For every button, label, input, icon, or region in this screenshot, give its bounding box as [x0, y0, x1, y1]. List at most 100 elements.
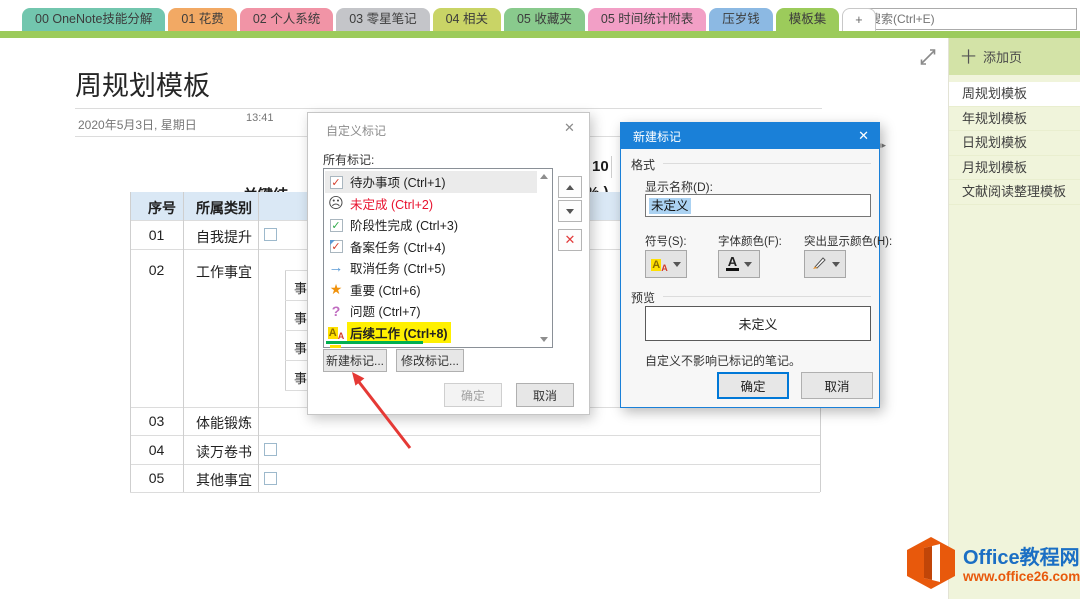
question-mark-icon: ? [325, 303, 347, 319]
onenote-window: 00 OneNote技能分解 01 花费 02 个人系统 03 零星笔记 04 … [0, 0, 1080, 599]
tag-label: 阶段性完成 (Ctrl+3) [347, 214, 461, 235]
display-name-label: 显示名称(D): [645, 178, 713, 195]
tag-listbox: ✓ 待办事项 (Ctrl+1) ☹ 未定成 (Ctrl+2) ✓ 阶段性完成 (… [323, 168, 553, 348]
orange-star-icon: ★ [325, 281, 347, 298]
ok-button-disabled[interactable]: 确定 [444, 383, 502, 407]
tag-label: 后续工作 (Ctrl+8) [347, 322, 451, 343]
tab-02-personal-system[interactable]: 02 个人系统 [240, 8, 333, 31]
sidebar-page-monthly[interactable]: 月规划模板 [949, 156, 1080, 181]
todo-checkbox[interactable] [264, 472, 277, 485]
tag-list-item[interactable]: ★ 重要 (Ctrl+6) [325, 279, 537, 301]
annotation-arrow [330, 360, 430, 465]
table-cell-no: 04 [130, 442, 183, 458]
close-icon[interactable]: ✕ [858, 128, 869, 144]
chevron-down-icon [832, 262, 840, 267]
table-cell-category: 自我提升 [196, 227, 252, 247]
fullscreen-toggle-icon[interactable] [917, 46, 939, 73]
move-tag-down-button[interactable] [558, 200, 582, 222]
highlighter-pen-icon [811, 255, 827, 274]
tab-05-time-stats[interactable]: 05 时间统计附表 [588, 8, 706, 31]
tag-label: 问题 (Ctrl+7) [347, 300, 424, 321]
table-row-line [130, 435, 820, 436]
watermark-name: Office教程网 [963, 547, 1080, 569]
table-border [258, 192, 259, 492]
table-cell-category: 体能锻炼 [196, 413, 252, 433]
tab-01-expenses[interactable]: 01 花费 [168, 8, 236, 31]
table-border-fragment [611, 156, 612, 178]
tag-label: 备案任务 (Ctrl+4) [347, 236, 449, 257]
office-logo-icon [903, 535, 959, 596]
tag-list-item-highlighted[interactable]: AA 后续工作 (Ctrl+8) [325, 322, 537, 344]
cancel-button[interactable]: 取消 [516, 383, 574, 407]
page-date: 2020年5月3日, 星期日 [78, 116, 197, 133]
page-list-sidebar: 十 添加页 周规划模板 年规划模板 日规划模板 月规划模板 文献阅读整理模板 [948, 38, 1080, 599]
tab-04-related[interactable]: 04 相关 [433, 8, 501, 31]
highlight-color-dropdown[interactable] [804, 250, 846, 278]
table-row-line [130, 464, 820, 465]
tag-list-item[interactable]: ✓ 待办事项 (Ctrl+1) [325, 171, 537, 193]
selected-text: 未定义 [649, 198, 691, 214]
tag-label: 重要 (Ctrl+6) [347, 279, 424, 300]
sidebar-page-yearly[interactable]: 年规划模板 [949, 107, 1080, 132]
font-color-dropdown[interactable]: A [718, 250, 760, 278]
next-tag-icon-fragment [330, 345, 341, 348]
close-icon[interactable]: ✕ [564, 120, 575, 136]
highlight-letters-icon: AA [325, 325, 347, 339]
symbol-dropdown[interactable]: AA [645, 250, 687, 278]
ok-button[interactable]: 确定 [717, 372, 789, 399]
page-list: 周规划模板 年规划模板 日规划模板 月规划模板 文献阅读整理模板 [949, 75, 1080, 205]
sidebar-page-literature[interactable]: 文献阅读整理模板 [949, 180, 1080, 205]
display-name-input[interactable]: 未定义 [645, 194, 871, 217]
chevron-down-icon [744, 262, 752, 267]
section-color-bar [0, 31, 1080, 38]
tag-preview-box: 未定义 [645, 306, 871, 341]
new-tag-dialog: 新建标记 ✕ 格式 显示名称(D): 未定义 符号(S): 字体颜色(F): 突… [620, 122, 880, 408]
table-cell-no: 02 [130, 262, 183, 278]
tag-list-item[interactable]: ☹ 未定成 (Ctrl+2) [325, 193, 537, 215]
plus-icon: 十 [961, 46, 976, 67]
todo-checkbox-icon: ✓ [325, 175, 347, 189]
symbol-label: 符号(S): [645, 233, 687, 249]
table-border [183, 192, 184, 492]
highlight-color-label: 突出显示颜色(H): [804, 233, 892, 249]
watermark-url: www.office26.com [963, 569, 1080, 584]
search-input[interactable] [862, 8, 1077, 30]
tag-label: 取消任务 (Ctrl+5) [347, 257, 449, 278]
blue-arrow-icon: → [325, 259, 347, 276]
tab-05-favorites[interactable]: 05 收藏夹 [504, 8, 585, 31]
tab-03-misc-notes[interactable]: 03 零星笔记 [336, 8, 429, 31]
tab-template-set-active[interactable]: 模板集 [776, 8, 840, 31]
tag-list-item[interactable]: ✓ 备案任务 (Ctrl+4) [325, 236, 537, 258]
add-page-label: 添加页 [983, 47, 1022, 66]
tag-list-item[interactable]: ✓ 阶段性完成 (Ctrl+3) [325, 214, 537, 236]
new-section-tab-button[interactable]: + [842, 8, 875, 31]
todo-checkbox[interactable] [264, 443, 277, 456]
delete-tag-button[interactable]: ✕ [558, 229, 582, 251]
tag-list-item[interactable]: → 取消任务 (Ctrl+5) [325, 257, 537, 279]
col-header-category: 所属类别 [196, 198, 252, 218]
tab-00-onenote[interactable]: 00 OneNote技能分解 [22, 8, 165, 31]
page-title[interactable]: 周规划模板 [75, 64, 210, 103]
group-divider [663, 163, 871, 164]
add-page-button[interactable]: 十 添加页 [949, 38, 1080, 75]
group-divider [663, 296, 871, 297]
table-cell-category: 工作事宜 [196, 262, 252, 282]
sidebar-page-weekly[interactable]: 周规划模板 [949, 82, 1080, 107]
dialog-titlebar: 新建标记 [621, 123, 879, 149]
page-time: 13:41 [246, 112, 274, 124]
tag-label: 待办事项 (Ctrl+1) [347, 171, 449, 192]
dialog-note: 自定义不影响已标记的笔记。 [645, 352, 801, 369]
list-scroll-down-icon[interactable] [540, 337, 548, 342]
list-scroll-up-icon[interactable] [540, 174, 548, 179]
todo-checkbox[interactable] [264, 228, 277, 241]
dialog-title: 新建标记 [633, 128, 681, 145]
font-color-icon: A [726, 257, 739, 271]
tag-list-item[interactable]: ? 问题 (Ctrl+7) [325, 300, 537, 322]
move-tag-up-button[interactable] [558, 176, 582, 198]
cancel-button[interactable]: 取消 [801, 372, 873, 399]
format-group-label: 格式 [631, 156, 655, 173]
tag-underline-decoration [326, 341, 423, 344]
tag-label: 未定成 (Ctrl+2) [347, 193, 436, 214]
tab-lucky-money[interactable]: 压岁钱 [709, 8, 773, 31]
sidebar-page-daily[interactable]: 日规划模板 [949, 131, 1080, 156]
